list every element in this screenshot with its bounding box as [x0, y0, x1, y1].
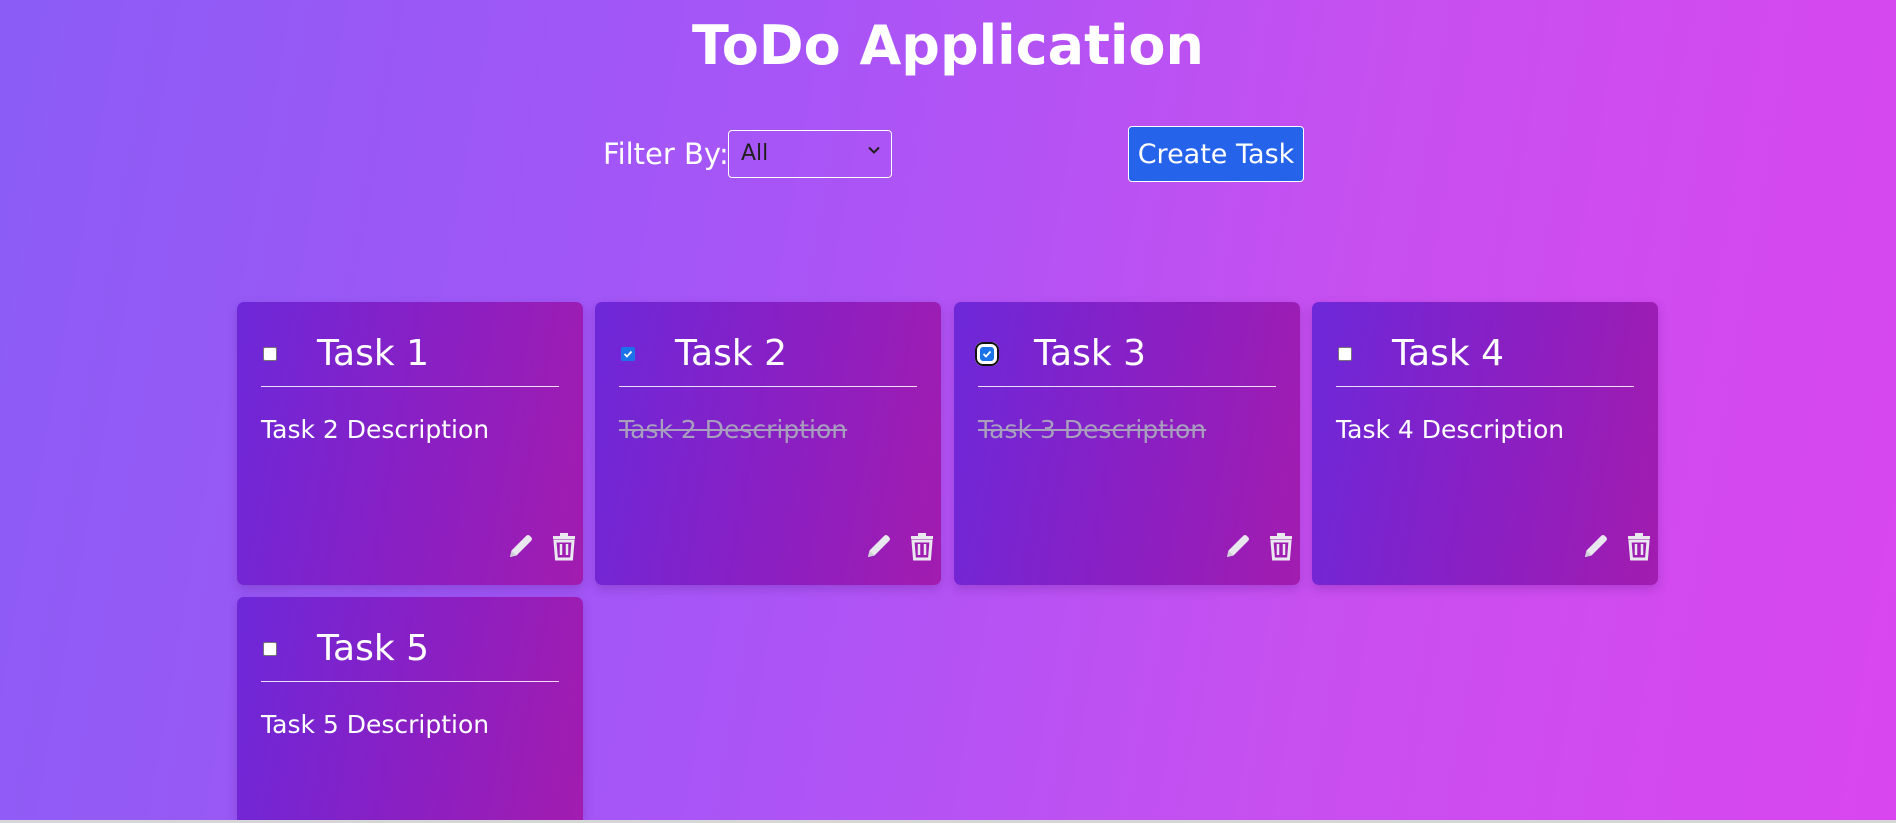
task-title: Task 1	[317, 333, 430, 374]
task-divider	[619, 386, 917, 387]
task-title: Task 4	[1392, 333, 1505, 374]
task-card: Task 3 Task 3 Description	[954, 302, 1300, 585]
task-description: Task 5 Description	[261, 710, 490, 739]
checkmark-icon	[982, 350, 992, 358]
delete-task-button[interactable]	[548, 530, 580, 562]
filter-select-value: All	[741, 141, 769, 166]
task-card: Task 1 Task 2 Description	[237, 302, 583, 585]
task-divider	[261, 681, 559, 682]
task-title: Task 3	[1034, 333, 1147, 374]
checkmark-icon	[265, 350, 275, 358]
filter-select[interactable]: All	[728, 130, 892, 178]
checkmark-icon	[623, 350, 633, 358]
task-divider	[978, 386, 1276, 387]
edit-task-button[interactable]	[863, 530, 895, 562]
task-complete-checkbox[interactable]	[975, 342, 999, 366]
pencil-icon	[1227, 535, 1249, 557]
task-divider	[261, 386, 559, 387]
task-description: Task 2 Description	[619, 415, 848, 444]
delete-task-button[interactable]	[906, 530, 938, 562]
pencil-icon	[510, 535, 532, 557]
trash-icon	[553, 533, 575, 561]
create-task-button[interactable]: Create Task	[1128, 126, 1304, 182]
task-description: Task 4 Description	[1336, 415, 1565, 444]
edit-task-button[interactable]	[505, 530, 537, 562]
task-card: Task 2 Task 2 Description	[595, 302, 941, 585]
task-complete-checkbox[interactable]	[1338, 347, 1352, 361]
app-title: ToDo Application	[692, 14, 1204, 77]
task-description: Task 3 Description	[978, 415, 1207, 444]
task-divider	[1336, 386, 1634, 387]
task-complete-checkbox[interactable]	[263, 642, 277, 656]
delete-task-button[interactable]	[1623, 530, 1655, 562]
pencil-icon	[868, 535, 890, 557]
task-title: Task 5	[317, 628, 430, 669]
task-complete-checkbox[interactable]	[621, 347, 635, 361]
checkmark-icon	[265, 645, 275, 653]
task-card: Task 4 Task 4 Description	[1312, 302, 1658, 585]
trash-icon	[1270, 533, 1292, 561]
toolbar: Filter By: All Create Task	[0, 126, 1896, 182]
task-title: Task 2	[675, 333, 788, 374]
task-description: Task 2 Description	[261, 415, 490, 444]
filter-label: Filter By:	[603, 137, 729, 171]
task-card: Task 5 Task 5 Description	[237, 597, 583, 820]
chevron-down-icon	[868, 146, 880, 154]
edit-task-button[interactable]	[1580, 530, 1612, 562]
checkmark-icon	[1340, 350, 1350, 358]
trash-icon	[1628, 533, 1650, 561]
delete-task-button[interactable]	[1265, 530, 1297, 562]
edit-task-button[interactable]	[1222, 530, 1254, 562]
pencil-icon	[1585, 535, 1607, 557]
trash-icon	[911, 533, 933, 561]
task-complete-checkbox[interactable]	[263, 347, 277, 361]
